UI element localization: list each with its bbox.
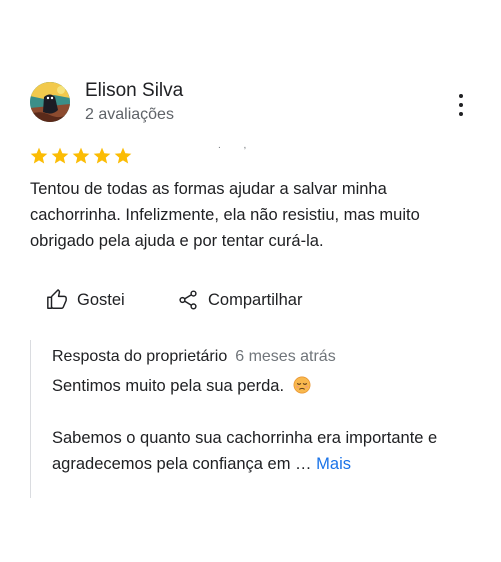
more-vert-icon [459, 94, 463, 98]
pensive-face-icon [293, 376, 311, 394]
share-label: Compartilhar [208, 290, 303, 309]
owner-reply-line-2: Sabemos o quanto sua cachorrinha era imp… [52, 429, 438, 473]
star-rating [29, 146, 133, 166]
review-time: . , [218, 140, 257, 151]
owner-reply: Resposta do proprietário 6 meses atrás Se… [30, 340, 481, 498]
review-text: Tentou de todas as formas ajudar a salva… [30, 180, 420, 250]
star-icon [114, 147, 132, 164]
reviewer-name[interactable]: Elison Silva [85, 80, 183, 102]
share-button[interactable]: Compartilhar [177, 288, 302, 312]
more-link[interactable]: Mais [316, 455, 351, 473]
avatar[interactable] [30, 82, 70, 122]
owner-reply-time: 6 meses atrás [235, 348, 336, 365]
thumb-up-icon [47, 289, 67, 309]
like-label: Gostei [77, 290, 125, 309]
like-button[interactable]: Gostei [46, 288, 125, 312]
avatar-image [30, 82, 70, 122]
star-icon [93, 147, 111, 164]
share-icon [179, 290, 197, 310]
reviewer-review-count: 2 avaliações [85, 106, 174, 123]
owner-reply-label: Resposta do proprietário [52, 348, 228, 365]
owner-reply-text: Sentimos muito pela sua perda. Sabemos o… [52, 373, 472, 477]
owner-reply-header: Resposta do proprietário 6 meses atrás [52, 348, 336, 366]
star-icon [30, 147, 48, 164]
more-options-button[interactable] [452, 94, 470, 116]
owner-reply-line-1: Sentimos muito pela sua perda. [52, 377, 285, 395]
star-icon [51, 147, 69, 164]
star-icon [72, 147, 90, 164]
